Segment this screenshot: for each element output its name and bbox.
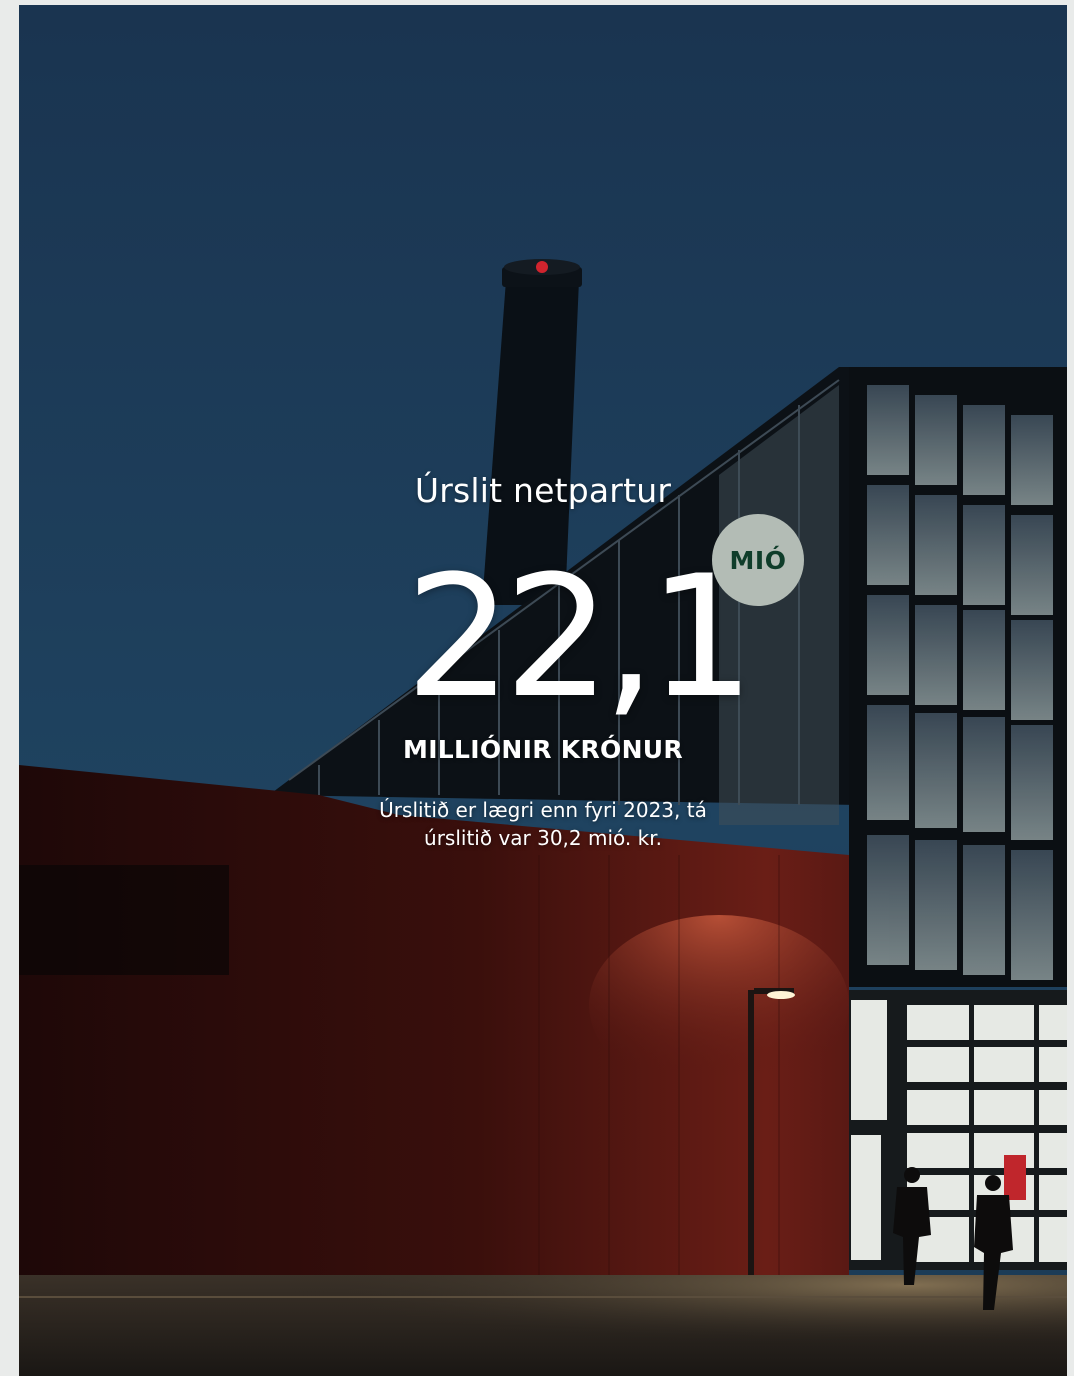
result-note-line: úrslitið var 30,2 mió. kr.: [424, 826, 662, 850]
unit-label: MILLIÓNIR KRÓNUR: [403, 735, 683, 764]
unit-badge: MIÓ: [712, 514, 804, 606]
result-note-line: Úrslitið er lægri enn fyri 2023, tá: [379, 798, 707, 822]
result-note: Úrslitið er lægri enn fyri 2023, tá úrsl…: [343, 796, 743, 852]
infographic-page: Úrslit netpartur 22,1 MIÓ MILLIÓNIR KRÓN…: [19, 5, 1067, 1376]
result-value: 22,1: [405, 539, 755, 735]
section-title: Úrslit netpartur: [414, 471, 672, 510]
